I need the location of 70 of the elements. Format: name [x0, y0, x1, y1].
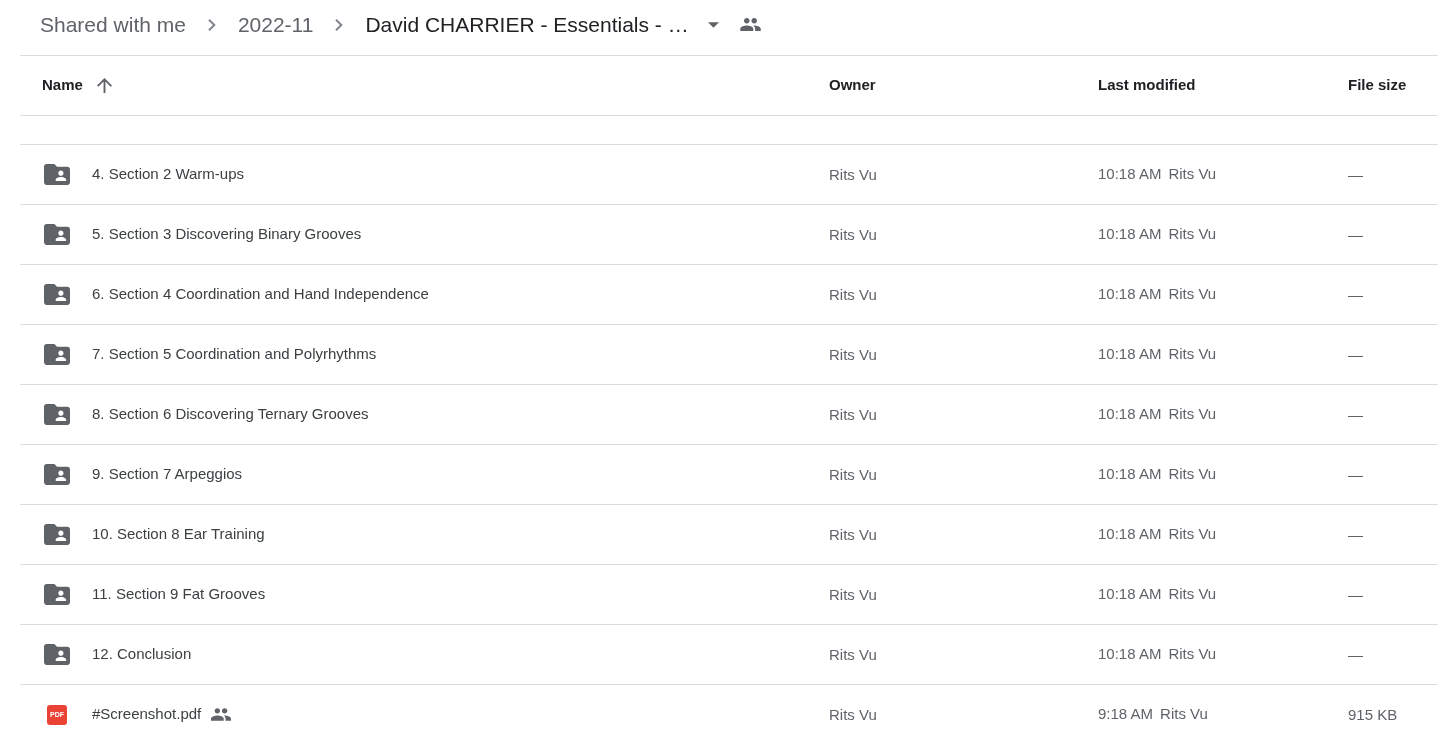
chevron-right-icon	[207, 18, 216, 31]
modified-time: 10:18 AM	[1098, 584, 1162, 605]
file-name: 8. Section 6 Discovering Ternary Grooves	[92, 404, 369, 425]
column-header[interactable]: Owner	[829, 74, 876, 97]
file-name: 4. Section 2 Warm-ups	[92, 164, 244, 185]
file-name: 6. Section 4 Coordination and Hand Independence	[92, 284, 429, 305]
modified-time: 10:18 AM	[1098, 164, 1162, 185]
shared-folder-icon	[44, 644, 70, 665]
file-size: 915 KB	[1348, 705, 1398, 723]
file-size: —	[1348, 585, 1363, 603]
file-name: 9. Section 7 Arpeggios	[92, 464, 243, 485]
owner-name: Rits Vu	[829, 285, 877, 303]
modifier-name: Rits Vu	[1168, 524, 1217, 545]
shared-folder-icon	[44, 284, 70, 305]
file-size: —	[1348, 345, 1363, 363]
modified-time: 10:18 AM	[1098, 284, 1162, 305]
file-size: —	[1348, 525, 1363, 543]
file-name: 11. Section 9 Fat Grooves	[92, 584, 266, 605]
file-name: #Screenshot.pdf	[92, 704, 202, 725]
owner-name: Rits Vu	[829, 225, 877, 243]
shared-folder-icon	[44, 164, 70, 185]
owner-name: Rits Vu	[829, 585, 877, 603]
modifier-name: Rits Vu	[1168, 464, 1217, 485]
modified-time: 10:18 AM	[1098, 224, 1162, 245]
modifier-name: Rits Vu	[1168, 404, 1217, 425]
modified-time: 10:18 AM	[1098, 344, 1162, 365]
file-size: —	[1348, 645, 1363, 663]
modified-time: 10:18 AM	[1098, 524, 1162, 545]
modified-time: 10:18 AM	[1098, 464, 1162, 485]
modifier-name: Rits Vu	[1168, 644, 1217, 665]
modifier-name: Rits Vu	[1168, 584, 1217, 605]
arrow-up-icon[interactable]	[96, 78, 112, 93]
modifier-name: Rits Vu	[1168, 224, 1217, 245]
shared-folder-icon	[44, 344, 70, 365]
shared-folder-icon	[44, 224, 70, 245]
owner-name: Rits Vu	[829, 165, 877, 183]
caret-down-icon[interactable]	[707, 21, 719, 28]
modifier-name: Rits Vu	[1168, 344, 1217, 365]
modifier-name: Rits Vu	[1168, 284, 1217, 305]
file-name: 12. Conclusion	[92, 644, 192, 665]
modifier-name: Rits Vu	[1168, 164, 1217, 185]
modifier-name: Rits Vu	[1160, 704, 1208, 725]
shared-folder-icon	[44, 584, 70, 605]
file-size: —	[1348, 285, 1363, 303]
shared-folder-icon	[44, 524, 70, 545]
owner-name: Rits Vu	[829, 405, 877, 423]
breadcrumb-item[interactable]: David CHARRIER - Essentials - …	[365, 10, 689, 39]
file-size: —	[1348, 405, 1363, 423]
modified-time: 10:18 AM	[1098, 404, 1162, 425]
file-size: —	[1348, 465, 1363, 483]
modified-time: 10:18 AM	[1098, 644, 1162, 665]
owner-name: Rits Vu	[829, 345, 877, 363]
shared-folder-icon	[44, 404, 70, 425]
shared-folder-icon	[44, 464, 70, 485]
chevron-right-icon	[335, 18, 344, 31]
file-name: 10. Section 8 Ear Training	[92, 524, 265, 545]
file-size: —	[1348, 165, 1363, 183]
modified-time: 9:18 AM	[1098, 704, 1154, 725]
file-name: 5. Section 3 Discovering Binary Grooves	[92, 224, 362, 245]
column-header[interactable]: File size	[1348, 74, 1407, 97]
owner-name: Rits Vu	[829, 465, 877, 483]
file-size: —	[1348, 225, 1363, 243]
owner-name: Rits Vu	[829, 645, 877, 663]
owner-name: Rits Vu	[829, 705, 877, 723]
breadcrumb-item[interactable]: Shared with me	[40, 10, 186, 39]
column-header[interactable]: Name	[42, 74, 83, 97]
owner-name: Rits Vu	[829, 525, 877, 543]
column-header[interactable]: Last modified	[1098, 74, 1196, 97]
file-name: 7. Section 5 Coordination and Polyrhythms	[92, 344, 377, 365]
breadcrumb-item[interactable]: 2022-11	[237, 10, 314, 39]
